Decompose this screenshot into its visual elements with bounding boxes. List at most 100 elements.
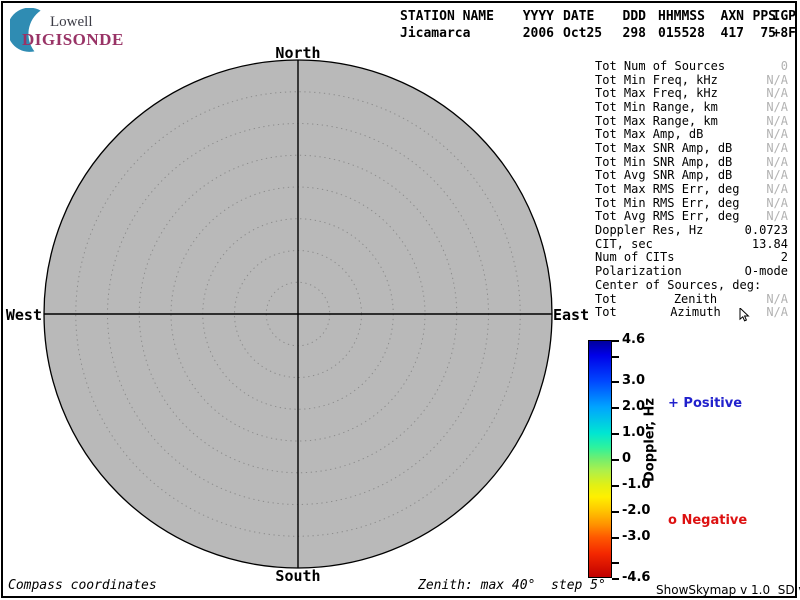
stat-value: N/A: [766, 168, 788, 182]
colorbar-tick: [612, 537, 619, 539]
colorbar-tick-label: -3.0: [622, 528, 650, 543]
stat-row: Tot Min Range, km N/A: [595, 100, 788, 114]
stat-value: N/A: [766, 100, 788, 114]
footer-version-label: ShowSkymap v 1.0 SD v 4.2: [656, 583, 800, 597]
stat-value: 0: [781, 59, 788, 73]
colorbar-tick-label: 0: [622, 451, 631, 466]
header-label-igp: IGP: [772, 9, 796, 24]
stats-panel: Tot Num of Sources0Tot Min Freq, kHzN/AT…: [595, 59, 788, 319]
stat-mid-label: Azimuth: [648, 305, 743, 319]
stat-row: Tot Max RMS Err, deg N/A: [595, 182, 788, 196]
colorbar-tick: [612, 578, 619, 580]
stat-value: N/A: [766, 182, 788, 196]
logo-lowell-text: Lowell: [50, 14, 93, 31]
stat-label: Tot Avg RMS Err, deg: [595, 209, 740, 223]
stat-value: N/A: [766, 196, 788, 210]
header-value-hhmmss: 015528: [658, 26, 708, 41]
stat-value: 13.84: [752, 237, 788, 251]
lowell-digisonde-logo: Lowell DIGISONDE: [10, 8, 120, 50]
colorbar-tick: [612, 381, 619, 383]
header-label-ddd: DDD: [616, 9, 646, 24]
colorbar-tick: [612, 511, 619, 513]
stat-row: Tot Num of Sources 0: [595, 59, 788, 73]
stat-row: Tot Avg SNR Amp, dB N/A: [595, 169, 788, 183]
cursor-icon: [739, 308, 751, 323]
stat-row: Center of Sources, deg:: [595, 278, 788, 292]
stat-row: CIT, sec 13.84: [595, 237, 788, 251]
stat-row: Polarization O-mode: [595, 264, 788, 278]
stat-label: Tot: [595, 292, 617, 306]
skymap-svg: [43, 59, 553, 569]
stat-row: Tot Max Amp, dB N/A: [595, 127, 788, 141]
header-value-ddd: 298: [616, 26, 646, 41]
stat-label: Tot Max Amp, dB: [595, 127, 703, 141]
stat-row: Tot Min SNR Amp, dB N/A: [595, 155, 788, 169]
compass-label-west: West: [6, 306, 42, 324]
stat-row: TotZenithN/A: [595, 292, 788, 306]
stat-row: Doppler Res, Hz 0.0723: [595, 223, 788, 237]
footer-zenith-range-label: Zenith: max 40° step 5°: [418, 578, 606, 593]
stat-row: Num of CITs2: [595, 251, 788, 265]
colorbar-tick-label: -4.6: [622, 570, 650, 585]
colorbar-title: Doppler, Hz: [643, 398, 658, 482]
stat-value: N/A: [766, 127, 788, 141]
stat-mid-label: Zenith: [648, 292, 743, 306]
colorbar-tick-label: -2.0: [622, 502, 650, 517]
header-value-yyyy: 2006: [514, 26, 554, 41]
stat-label: CIT, sec: [595, 237, 653, 251]
stat-value: N/A: [766, 155, 788, 169]
stat-label: Center of Sources, deg:: [595, 278, 761, 292]
stat-label: Polarization: [595, 264, 682, 278]
stat-row: Tot Max Freq, kHz N/A: [595, 86, 788, 100]
stat-row: Tot Avg RMS Err, deg N/A: [595, 210, 788, 224]
stat-label: Tot Max RMS Err, deg: [595, 182, 740, 196]
colorbar-gradient: [588, 340, 612, 578]
stat-row: Tot Min Freq, kHzN/A: [595, 73, 788, 87]
stat-row: Tot Max SNR Amp, dBN/A: [595, 141, 788, 155]
colorbar-tick: [612, 407, 619, 409]
legend-negative: o Negative: [668, 513, 747, 528]
stat-value: N/A: [766, 305, 788, 319]
showskymap-window: Lowell DIGISONDE STATION NAME YYYY DATE …: [0, 0, 800, 600]
footer-coordinates-label: Compass coordinates: [8, 578, 157, 593]
header-label-hhmmss: HHMMSS: [658, 9, 708, 24]
stat-value: N/A: [766, 209, 788, 223]
stat-label: Tot Min Range, km: [595, 100, 718, 114]
stat-label: Tot Num of Sources: [595, 59, 725, 73]
header-value-igp: +8F: [772, 26, 796, 41]
stat-value: N/A: [766, 86, 788, 100]
colorbar-tick-label: 3.0: [622, 373, 645, 388]
colorbar-tick: [612, 562, 619, 564]
header-label-station: STATION NAME: [400, 9, 510, 24]
stat-label: Tot Avg SNR Amp, dB: [595, 168, 732, 182]
stat-value: O-mode: [745, 264, 788, 278]
colorbar-tick: [612, 485, 619, 487]
compass-label-north: North: [275, 44, 320, 62]
compass-label-south: South: [275, 567, 320, 585]
stat-label: Doppler Res, Hz: [595, 223, 703, 237]
colorbar-tick: [612, 459, 619, 461]
stat-label: Tot Max SNR Amp, dB: [595, 141, 732, 155]
colorbar-tick-label: 4.6: [622, 332, 645, 347]
stat-value: 0.0723: [745, 223, 788, 237]
logo-digisonde-text: DIGISONDE: [22, 30, 124, 50]
stat-label: Tot Min Freq, kHz: [595, 73, 718, 87]
colorbar-tick: [612, 433, 619, 435]
colorbar-tick: [612, 340, 619, 342]
stat-label: Tot Max Freq, kHz: [595, 86, 718, 100]
stat-row: Tot Max Range, km N/A: [595, 114, 788, 128]
stat-label: Tot Min RMS Err, deg: [595, 196, 740, 210]
header-label-yyyy: YYYY: [514, 9, 554, 24]
stat-label: Tot: [595, 305, 617, 319]
stat-label: Num of CITs: [595, 250, 674, 264]
colorbar-tick: [612, 356, 619, 358]
header-value-station: Jicamarca: [400, 26, 510, 41]
header-label-axn: AXN: [714, 9, 744, 24]
stat-label: Tot Max Range, km: [595, 114, 718, 128]
compass-label-east: East: [553, 306, 589, 324]
header-value-date: Oct25: [563, 26, 613, 41]
stat-value: N/A: [766, 114, 788, 128]
stat-label: Tot Min SNR Amp, dB: [595, 155, 732, 169]
header-label-date: DATE: [563, 9, 613, 24]
stat-row: Tot Min RMS Err, deg N/A: [595, 196, 788, 210]
